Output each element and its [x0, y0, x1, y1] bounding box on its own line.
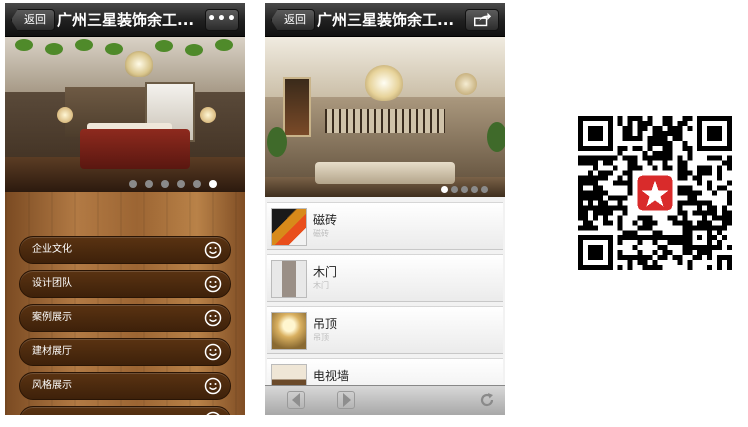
- page-title: 广州三星装饰余工...: [317, 11, 455, 29]
- page-title: 广州三星装饰余工...: [57, 11, 195, 29]
- category-name: 电视墙: [313, 369, 350, 383]
- refresh-icon[interactable]: [479, 392, 495, 408]
- carousel-dot[interactable]: [129, 180, 137, 188]
- menu-item-cases[interactable]: 案例展示: [19, 304, 231, 332]
- category-item-doors[interactable]: 木门 木门: [267, 254, 503, 302]
- smiley-icon: [204, 309, 222, 327]
- carousel-dot[interactable]: [471, 186, 478, 193]
- menu-item-showroom[interactable]: 建材展厅: [19, 338, 231, 366]
- arrow-left-icon: [292, 393, 300, 407]
- sunburst-mirror: [455, 73, 477, 95]
- lamp: [200, 107, 216, 123]
- category-item-tiles[interactable]: 磁砖 磁砖: [267, 202, 503, 250]
- menu-item-label: 建材展厅: [32, 346, 72, 357]
- smiley-icon: [204, 241, 222, 259]
- carousel-dot[interactable]: [481, 186, 488, 193]
- lamp: [57, 107, 73, 123]
- banner-carousel[interactable]: [265, 37, 505, 197]
- thumbnail-ceiling: [271, 312, 307, 350]
- menu-item-design-team[interactable]: 设计团队: [19, 270, 231, 298]
- carousel-indicator: [129, 180, 217, 188]
- category-list: 磁砖 磁砖 木门 木门 吊顶 吊顶 电视墙: [267, 202, 503, 410]
- vine-leaf: [45, 43, 63, 55]
- menu-item-culture[interactable]: 企业文化: [19, 236, 231, 264]
- menu-item-styles[interactable]: 风格展示: [19, 372, 231, 400]
- sofa: [315, 162, 455, 184]
- menu-item-label: 风格展示: [32, 380, 72, 391]
- category-subtitle: 木门: [313, 281, 329, 290]
- category-subtitle: 吊顶: [313, 333, 329, 342]
- more-dots-icon[interactable]: •••: [205, 9, 239, 31]
- plant: [267, 127, 287, 157]
- smiley-icon: [204, 275, 222, 293]
- vine-leaf: [155, 40, 173, 52]
- thumbnail-tiles: [271, 208, 307, 246]
- smiley-icon: [204, 377, 222, 395]
- left-phone-screen: 返回 广州三星装饰余工... ••• 企业文化 设计团队 案例展示 建材展厅 风…: [5, 3, 245, 415]
- right-phone-screen: 返回 广州三星装饰余工... 磁砖 磁砖 木门 木门 吊顶 吊顶 电视墙: [265, 3, 505, 415]
- vine-leaf: [185, 44, 203, 56]
- vine-leaf: [75, 39, 93, 51]
- wall-painting: [283, 77, 311, 137]
- category-subtitle: 磁砖: [313, 229, 329, 238]
- bed: [80, 129, 190, 169]
- category-item-ceiling[interactable]: 吊顶 吊顶: [267, 306, 503, 354]
- balcony-railing: [325, 109, 445, 133]
- thumbnail-door: [271, 260, 307, 298]
- vine-leaf: [215, 39, 233, 51]
- back-nav-button[interactable]: [287, 391, 305, 409]
- category-name: 木门: [313, 265, 338, 279]
- arrow-right-icon: [343, 393, 351, 407]
- menu-item-label: 企业文化: [32, 244, 72, 255]
- vine-leaf: [15, 39, 33, 51]
- carousel-dot[interactable]: [145, 180, 153, 188]
- carousel-dot[interactable]: [161, 180, 169, 188]
- smiley-icon: [206, 411, 220, 415]
- browser-toolbar: [265, 385, 505, 415]
- carousel-dot[interactable]: [177, 180, 185, 188]
- menu-list: 企业文化 设计团队 案例展示 建材展厅 风格展示: [19, 236, 231, 415]
- top-navigation-bar: 返回 广州三星装饰余工...: [265, 3, 505, 37]
- banner-carousel[interactable]: [5, 37, 245, 192]
- smiley-icon: [204, 343, 222, 361]
- carousel-dot[interactable]: [451, 186, 458, 193]
- category-name: 磁砖: [313, 213, 338, 227]
- carousel-dot-active[interactable]: [209, 180, 217, 188]
- share-icon: [474, 12, 492, 27]
- carousel-dot[interactable]: [193, 180, 201, 188]
- share-button[interactable]: [465, 9, 499, 31]
- menu-item-label: 案例展示: [32, 312, 72, 323]
- chandelier: [125, 51, 153, 77]
- back-button[interactable]: 返回: [11, 9, 55, 31]
- vine-leaf: [105, 43, 123, 55]
- wood-background: 企业文化 设计团队 案例展示 建材展厅 风格展示: [5, 192, 245, 415]
- menu-item-label: 设计团队: [32, 278, 72, 289]
- menu-item-partial[interactable]: [19, 406, 231, 415]
- back-button[interactable]: 返回: [271, 9, 315, 31]
- qr-code: [577, 116, 733, 270]
- forward-nav-button[interactable]: [337, 391, 355, 409]
- carousel-dot[interactable]: [461, 186, 468, 193]
- carousel-dot-active[interactable]: [441, 186, 448, 193]
- category-name: 吊顶: [313, 317, 338, 331]
- carousel-indicator: [441, 186, 488, 193]
- chandelier: [365, 65, 403, 101]
- screenshot-collage: 返回 广州三星装饰余工... ••• 企业文化 设计团队 案例展示 建材展厅 风…: [0, 0, 748, 427]
- top-navigation-bar: 返回 广州三星装饰余工... •••: [5, 3, 245, 37]
- plant: [487, 122, 505, 152]
